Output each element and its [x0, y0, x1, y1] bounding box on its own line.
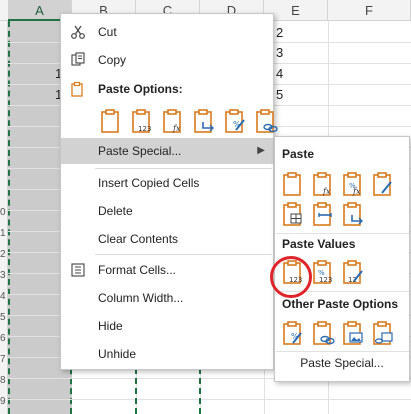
svg-text:fx: fx: [322, 187, 331, 196]
paste-link-icon[interactable]: [310, 320, 336, 346]
values-number-format-icon[interactable]: %123: [310, 259, 336, 285]
menu-item-cut[interactable]: Cut: [61, 19, 273, 45]
paste-icon[interactable]: [98, 108, 124, 134]
submenu-heading-paste-values: Paste Values: [282, 237, 356, 251]
submenu-arrow-icon: ▶: [257, 145, 265, 156]
keep-column-widths-icon[interactable]: [310, 201, 336, 227]
clipboard-icon: [71, 81, 83, 97]
paste-formulas-number-format-icon[interactable]: %fx: [340, 171, 366, 197]
submenu-separator: [276, 351, 409, 352]
paste-formulas-icon[interactable]: fx: [310, 171, 336, 197]
paste-formulas-fx-icon[interactable]: fx: [160, 108, 186, 134]
cell-e3[interactable]: 4: [276, 66, 283, 81]
menu-label-cut: Cut: [98, 25, 117, 39]
transpose-icon[interactable]: [340, 201, 366, 227]
copy-marquee-left: [8, 21, 10, 414]
paste-formatting-icon[interactable]: %: [222, 108, 248, 134]
cell-e2[interactable]: 3: [276, 45, 283, 60]
menu-item-column-width[interactable]: Column Width...: [61, 285, 273, 311]
menu-item-hide[interactable]: Hide: [61, 313, 273, 339]
paste-transpose-icon[interactable]: [191, 108, 217, 134]
row-number: 2: [0, 249, 6, 260]
menu-item-delete[interactable]: Delete: [61, 198, 273, 224]
submenu-separator: [276, 233, 409, 234]
menu-label-copy: Copy: [98, 53, 127, 67]
submenu-heading-other-paste-options: Other Paste Options: [282, 297, 399, 311]
column-header-f[interactable]: F: [328, 0, 411, 21]
menu-separator: [95, 168, 272, 169]
row-number: 4: [0, 291, 6, 302]
submenu-paste-special-link[interactable]: Paste Special...: [275, 356, 409, 370]
menu-label-paste-options: Paste Options:: [98, 82, 183, 96]
format-cells-icon: [71, 263, 85, 277]
cell-e1[interactable]: 2: [276, 25, 283, 40]
paste-link-icon[interactable]: [253, 108, 279, 134]
svg-text:123: 123: [319, 276, 332, 284]
menu-label-paste-special: Paste Special...: [98, 144, 182, 158]
no-borders-icon[interactable]: [280, 201, 306, 227]
menu-label-hide: Hide: [98, 319, 123, 333]
menu-item-paste-special[interactable]: Paste Special... ▶: [61, 138, 273, 164]
svg-text:fx: fx: [352, 187, 361, 196]
menu-label-delete: Delete: [98, 204, 133, 218]
copy-icon: [71, 52, 85, 66]
menu-item-format-cells[interactable]: Format Cells...: [61, 257, 273, 283]
red-highlight-circle: [270, 256, 312, 298]
menu-item-unhide[interactable]: Unhide: [61, 341, 273, 367]
menu-item-copy[interactable]: Copy: [61, 47, 273, 73]
menu-label-insert-copied-cells: Insert Copied Cells: [98, 176, 200, 190]
svg-text:fx: fx: [172, 124, 181, 133]
row-number: 5: [0, 312, 6, 323]
submenu-heading-paste: Paste: [282, 147, 315, 161]
row-number: 0: [0, 207, 6, 218]
cell-e4[interactable]: 5: [276, 87, 283, 102]
paste-icon[interactable]: [280, 171, 306, 197]
row-number: 7: [0, 354, 6, 365]
menu-label-unhide: Unhide: [98, 347, 137, 361]
linked-picture-icon[interactable]: [370, 320, 396, 346]
menu-label-column-width: Column Width...: [98, 291, 184, 305]
menu-label-clear-contents: Clear Contents: [98, 232, 179, 246]
menu-item-insert-copied-cells[interactable]: Insert Copied Cells: [61, 170, 273, 196]
context-menu: Cut Copy Paste Options: 123 fx % Paste S…: [60, 13, 278, 370]
svg-text:123: 123: [138, 125, 151, 133]
row-number: 8: [0, 375, 6, 386]
row-number: 1: [0, 228, 6, 239]
menu-separator: [95, 254, 272, 255]
row-number: 6: [0, 333, 6, 344]
keep-source-formatting-icon[interactable]: [370, 171, 396, 197]
row-number: 3: [0, 270, 6, 281]
paste-values-123-icon[interactable]: 123: [129, 108, 155, 134]
menu-item-clear-contents[interactable]: Clear Contents: [61, 226, 273, 252]
paste-options-buttons: 123 fx %: [98, 108, 278, 134]
scissors-icon: [71, 25, 85, 39]
picture-icon[interactable]: [340, 320, 366, 346]
values-source-formatting-icon[interactable]: 12: [340, 259, 366, 285]
paste-options-header: Paste Options:: [61, 76, 273, 102]
row-number: 9: [0, 396, 6, 407]
formatting-icon[interactable]: %: [280, 320, 306, 346]
menu-label-format-cells: Format Cells...: [98, 263, 177, 277]
